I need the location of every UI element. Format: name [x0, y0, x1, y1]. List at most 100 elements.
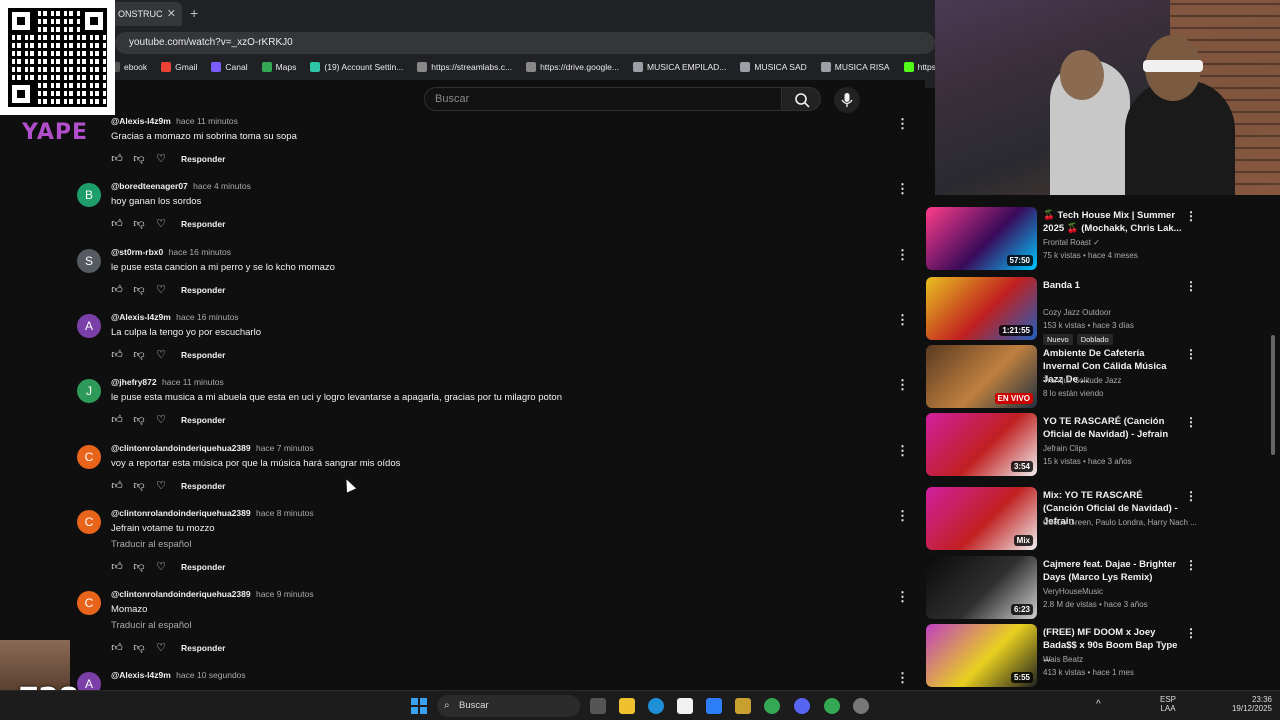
comment-time[interactable]: hace 10 segundos: [176, 670, 245, 680]
video-thumbnail[interactable]: EN VIVO: [926, 345, 1037, 408]
app-icon[interactable]: [677, 698, 693, 714]
video-thumbnail[interactable]: 5:55: [926, 624, 1037, 687]
recommended-video[interactable]: 6:23 Cajmere feat. Dajae - Brighter Days…: [925, 556, 1270, 622]
comment-time[interactable]: hace 9 minutos: [256, 589, 314, 599]
more-options-icon[interactable]: ⋮: [896, 443, 909, 459]
dislike-icon[interactable]: 👎︎: [133, 561, 145, 573]
comment-author[interactable]: @clintonrolandoinderiquehua2389: [111, 443, 251, 453]
bookmark-item[interactable]: Canal: [211, 62, 248, 72]
heart-icon[interactable]: ♡: [155, 561, 167, 573]
chrome-active-icon[interactable]: [824, 698, 840, 714]
reply-button[interactable]: Responder: [181, 285, 225, 295]
heart-icon[interactable]: ♡: [155, 284, 167, 296]
comment-time[interactable]: hace 8 minutos: [256, 508, 314, 518]
bookmark-item[interactable]: MUSICA SAD: [740, 62, 807, 72]
bookmark-item[interactable]: MUSICA RISA: [820, 62, 890, 72]
reply-button[interactable]: Responder: [181, 219, 225, 229]
video-thumbnail[interactable]: 1:21:55: [926, 277, 1037, 340]
video-title[interactable]: YO TE RASCARÉ (Canción Oficial de Navida…: [1043, 415, 1183, 441]
more-options-icon[interactable]: ⋮: [896, 312, 909, 328]
search-button[interactable]: [781, 87, 821, 111]
reply-button[interactable]: Responder: [181, 154, 225, 164]
more-options-icon[interactable]: ⋮: [1185, 415, 1197, 429]
recommended-video[interactable]: 5:55 (FREE) MF DOOM x Joey Bada$$ x 90s …: [925, 624, 1270, 690]
reply-button[interactable]: Responder: [181, 481, 225, 491]
bookmark-item[interactable]: ebook: [110, 62, 147, 72]
comment-author[interactable]: @Alexis-l4z9m: [111, 312, 171, 322]
more-options-icon[interactable]: ⋮: [896, 116, 909, 132]
avatar[interactable]: S: [77, 248, 101, 273]
more-options-icon[interactable]: ⋮: [896, 377, 909, 393]
dislike-icon[interactable]: 👎︎: [133, 284, 145, 296]
reply-button[interactable]: Responder: [181, 643, 225, 653]
edge-icon[interactable]: [648, 698, 664, 714]
taskbar-search[interactable]: ⌕ Buscar: [437, 695, 580, 717]
comment-author[interactable]: @clintonrolandoinderiquehua2389: [111, 589, 251, 599]
avatar[interactable]: C: [77, 444, 101, 469]
more-options-icon[interactable]: ⋮: [896, 589, 909, 605]
video-channel[interactable]: Frontal Roast ✓: [1043, 238, 1100, 247]
video-channel[interactable]: Tranquil Solitude Jazz: [1043, 376, 1121, 385]
obs-icon[interactable]: [853, 698, 869, 714]
game-icon[interactable]: [735, 698, 751, 714]
video-title[interactable]: Cajmere feat. Dajae - Brighter Days (Mar…: [1043, 558, 1183, 584]
avatar[interactable]: B: [77, 183, 101, 208]
like-icon[interactable]: 👍︎: [111, 349, 123, 361]
language-indicator[interactable]: ESP LAA: [1160, 695, 1176, 713]
chrome-icon[interactable]: [764, 698, 780, 714]
new-tab-icon[interactable]: +: [190, 5, 198, 21]
copilot-icon[interactable]: [706, 698, 722, 714]
video-channel[interactable]: VeryHouseMusic: [1043, 587, 1103, 596]
comment-author[interactable]: @Alexis-l4z9m: [111, 670, 171, 680]
clock[interactable]: 23:36 19/12/2025: [1226, 695, 1272, 713]
more-options-icon[interactable]: ⋮: [1185, 489, 1197, 503]
recommended-video[interactable]: EN VIVO Ambiente De Cafetería Invernal C…: [925, 345, 1270, 411]
like-icon[interactable]: 👍︎: [111, 642, 123, 654]
more-options-icon[interactable]: ⋮: [1185, 626, 1197, 640]
video-thumbnail[interactable]: 3:54: [926, 413, 1037, 476]
dislike-icon[interactable]: 👎︎: [133, 218, 145, 230]
more-options-icon[interactable]: ⋮: [896, 508, 909, 524]
bookmark-item[interactable]: https://kick.com/jef: [903, 62, 935, 72]
task-view-icon[interactable]: [590, 698, 606, 714]
like-icon[interactable]: 👍︎: [111, 414, 123, 426]
bookmark-item[interactable]: Gmail: [161, 62, 197, 72]
reply-button[interactable]: Responder: [181, 350, 225, 360]
heart-icon[interactable]: ♡: [155, 414, 167, 426]
video-title[interactable]: 🍒 Tech House Mix | Summer 2025 🍒 (Mochak…: [1043, 209, 1183, 235]
comment-time[interactable]: hace 11 minutos: [162, 377, 224, 387]
bookmark-item[interactable]: (19) Account Settin...: [310, 62, 403, 72]
comment-time[interactable]: hace 7 minutos: [256, 443, 314, 453]
reply-button[interactable]: Responder: [181, 562, 225, 572]
heart-icon[interactable]: ♡: [155, 480, 167, 492]
bookmark-item[interactable]: MUSICA EMPILAD...: [633, 62, 726, 72]
comment-author[interactable]: @st0rm-rbx0: [111, 247, 163, 257]
more-options-icon[interactable]: ⋮: [1185, 558, 1197, 572]
video-channel[interactable]: Jefrain Clips: [1043, 444, 1087, 453]
recommended-video[interactable]: 57:50 🍒 Tech House Mix | Summer 2025 🍒 (…: [925, 207, 1270, 273]
close-icon[interactable]: ✕: [167, 7, 176, 20]
comment-time[interactable]: hace 16 minutos: [169, 247, 231, 257]
reply-button[interactable]: Responder: [181, 415, 225, 425]
windows-start-icon[interactable]: [411, 698, 427, 714]
dislike-icon[interactable]: 👎︎: [133, 349, 145, 361]
heart-icon[interactable]: ♡: [155, 218, 167, 230]
comment-author[interactable]: @jhefry872: [111, 377, 157, 387]
discord-icon[interactable]: [794, 698, 810, 714]
recommended-video[interactable]: 3:54 YO TE RASCARÉ (Canción Oficial de N…: [925, 413, 1270, 479]
avatar[interactable]: J: [77, 379, 101, 404]
search-input[interactable]: Buscar: [424, 87, 782, 111]
voice-search-button[interactable]: [834, 87, 860, 113]
avatar[interactable]: A: [77, 313, 101, 338]
heart-icon[interactable]: ♡: [155, 642, 167, 654]
comment-author[interactable]: @Alexis-l4z9m: [111, 116, 171, 126]
heart-icon[interactable]: ♡: [155, 153, 167, 165]
video-title[interactable]: Banda 1: [1043, 279, 1183, 292]
dislike-icon[interactable]: 👎︎: [133, 642, 145, 654]
video-channel[interactable]: CeeLo Green, Paulo Londra, Harry Nach ..…: [1043, 518, 1197, 527]
comment-time[interactable]: hace 16 minutos: [176, 312, 238, 322]
dislike-icon[interactable]: 👎︎: [133, 153, 145, 165]
more-options-icon[interactable]: ⋮: [896, 670, 909, 686]
more-options-icon[interactable]: ⋮: [896, 181, 909, 197]
more-options-icon[interactable]: ⋮: [1185, 279, 1197, 293]
